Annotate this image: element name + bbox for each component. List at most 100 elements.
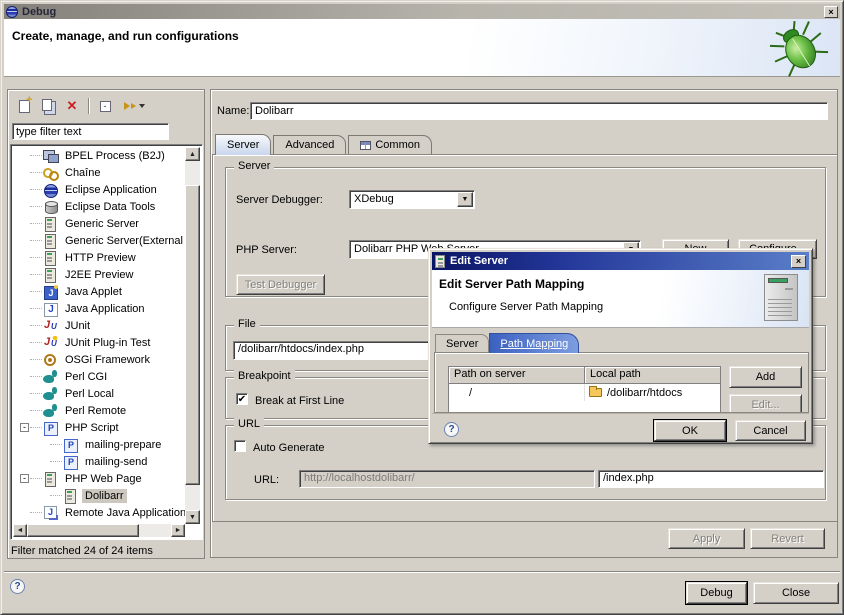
tree-item-generic-server[interactable]: Generic Server	[13, 215, 185, 232]
cancel-button[interactable]: Cancel	[735, 420, 806, 441]
tree-item-label: PHP Script	[62, 421, 122, 435]
server-debugger-select[interactable]: XDebug ▼	[349, 190, 475, 209]
server-icon	[43, 472, 58, 486]
tree-item-remote-java-application[interactable]: Remote Java Application	[13, 504, 185, 521]
name-input[interactable]	[250, 102, 828, 120]
horizontal-scrollbar-thumb[interactable]	[27, 524, 139, 537]
scrollbar-track[interactable]	[139, 524, 171, 537]
help-icon[interactable]: ?	[10, 579, 25, 594]
path-mapping-row[interactable]: //dolibarr/htdocs	[449, 384, 720, 401]
tree-item-label: PHP Web Page	[62, 472, 145, 486]
tree-item-label: Java Application	[62, 302, 148, 316]
collapse-toggle-icon[interactable]: -	[20, 423, 29, 432]
add-mapping-button[interactable]: Add	[729, 366, 802, 388]
osgi-icon	[43, 353, 58, 367]
tree-item-mailing-send[interactable]: mailing-send	[13, 453, 185, 470]
revert-button: Revert	[750, 528, 825, 549]
tree-item-label: mailing-prepare	[82, 438, 164, 452]
scroll-down-icon[interactable]: ▼	[185, 510, 200, 524]
scroll-up-icon[interactable]: ▲	[185, 147, 200, 161]
tree-item-bpel-process-b2j[interactable]: BPEL Process (B2J)	[13, 147, 185, 164]
tree-item-dolibarr[interactable]: Dolibarr	[13, 487, 185, 504]
tree-item-perl-remote[interactable]: Perl Remote	[13, 402, 185, 419]
tree-item-mailing-prepare[interactable]: mailing-prepare	[13, 436, 185, 453]
path-on-server-cell: /	[449, 384, 585, 401]
tab-server[interactable]: Server	[215, 134, 271, 155]
php-file-icon	[63, 455, 78, 469]
tab-server-settings[interactable]: Server	[435, 334, 489, 352]
tree-item-php-web-page[interactable]: - PHP Web Page	[13, 470, 185, 487]
tree-item-eclipse-application[interactable]: Eclipse Application	[13, 181, 185, 198]
ok-button[interactable]: OK	[654, 420, 726, 441]
collapse-all-button[interactable]: -	[94, 96, 116, 116]
server-icon	[63, 489, 78, 503]
tree-item-label: JUnit Plug-in Test	[62, 336, 153, 350]
scroll-left-icon[interactable]: ◄	[13, 524, 27, 537]
server-tower-icon	[764, 274, 798, 321]
edit-server-close-button[interactable]: ×	[791, 255, 806, 268]
tree-item-http-preview[interactable]: HTTP Preview	[13, 249, 185, 266]
tree-item-j2ee-preview[interactable]: J2EE Preview	[13, 266, 185, 283]
url-label: URL:	[254, 474, 279, 486]
filter-status-text: Filter matched 24 of 24 items	[11, 545, 153, 557]
edit-server-tabs: Server Path Mapping	[435, 333, 579, 352]
tree-item-php-script[interactable]: - PHP Script	[13, 419, 185, 436]
duplicate-configuration-button[interactable]	[37, 96, 59, 116]
tab-path-mapping[interactable]: Path Mapping	[489, 333, 579, 353]
tree-item-junit[interactable]: JUnit	[13, 317, 185, 334]
type-filter-input[interactable]	[12, 123, 169, 140]
delete-configuration-button[interactable]: ✕	[61, 96, 83, 116]
vertical-scrollbar-thumb[interactable]	[185, 185, 200, 485]
tree-item-label: BPEL Process (B2J)	[62, 149, 168, 163]
debug-beetle-icon	[766, 21, 832, 77]
collapse-toggle-icon[interactable]: -	[20, 474, 29, 483]
tree-horizontal-scrollbar[interactable]: ◄ ►	[13, 524, 185, 537]
help-icon[interactable]: ?	[444, 422, 459, 437]
close-button[interactable]: Close	[753, 582, 839, 604]
config-tree: BPEL Process (B2J)ChaîneEclipse Applicat…	[13, 147, 185, 524]
tree-item-label: Perl Remote	[62, 404, 129, 418]
tab-path-mapping-label: Path Mapping	[500, 338, 568, 350]
apply-button: Apply	[668, 528, 745, 549]
server-group-title: Server	[234, 160, 274, 172]
config-tabs: Server Advanced Common	[215, 134, 434, 154]
edit-server-titlebar: Edit Server ×	[432, 252, 809, 270]
column-path-on-server[interactable]: Path on server	[449, 367, 585, 384]
tree-item-osgi-framework[interactable]: OSGi Framework	[13, 351, 185, 368]
tree-item-perl-local[interactable]: Perl Local	[13, 385, 185, 402]
tree-item-label: Remote Java Application	[62, 506, 185, 520]
auto-generate-checkbox[interactable]	[234, 440, 246, 452]
delete-icon: ✕	[67, 100, 78, 112]
column-local-path[interactable]: Local path	[585, 367, 720, 384]
dropdown-arrow-icon[interactable]: ▼	[457, 192, 473, 207]
tree-item-eclipse-data-tools[interactable]: Eclipse Data Tools	[13, 198, 185, 215]
folder-icon	[589, 388, 602, 397]
bpel-process-icon	[43, 149, 58, 163]
window-close-button[interactable]: ×	[824, 6, 838, 18]
tree-item-cha-ne[interactable]: Chaîne	[13, 164, 185, 181]
file-url-input[interactable]: /index.php	[598, 470, 824, 488]
filter-options-button[interactable]	[118, 96, 150, 116]
tree-vertical-scrollbar[interactable]: ▲ ▼	[185, 147, 200, 524]
server-debugger-label: Server Debugger:	[236, 194, 323, 206]
tab-advanced[interactable]: Advanced	[273, 135, 346, 154]
path-mapping-table-body: //dolibarr/htdocs	[449, 384, 720, 401]
perl-icon	[43, 387, 58, 401]
tree-item-java-application[interactable]: Java Application	[13, 300, 185, 317]
eclipse-logo-icon	[6, 6, 18, 18]
table-icon	[360, 141, 371, 150]
tree-item-label: Generic Server	[62, 217, 142, 231]
server-icon	[43, 251, 58, 265]
scroll-right-icon[interactable]: ►	[171, 524, 185, 537]
debug-button[interactable]: Debug	[686, 582, 747, 604]
tree-item-label: Java Applet	[62, 285, 125, 299]
tree-item-java-applet[interactable]: Java Applet	[13, 283, 185, 300]
tree-item-label: Generic Server(External La	[62, 234, 185, 248]
tree-item-junit-plug-in-test[interactable]: JUnit Plug-in Test	[13, 334, 185, 351]
tree-item-generic-server-external-la[interactable]: Generic Server(External La	[13, 232, 185, 249]
break-at-first-line-checkbox[interactable]: ✔	[236, 393, 248, 405]
tab-common[interactable]: Common	[348, 135, 432, 154]
left-panel: ✕ - BPEL Process (B2J)ChaîneEclipse Appl…	[7, 89, 205, 559]
tree-item-perl-cgi[interactable]: Perl CGI	[13, 368, 185, 385]
new-configuration-button[interactable]	[13, 96, 35, 116]
